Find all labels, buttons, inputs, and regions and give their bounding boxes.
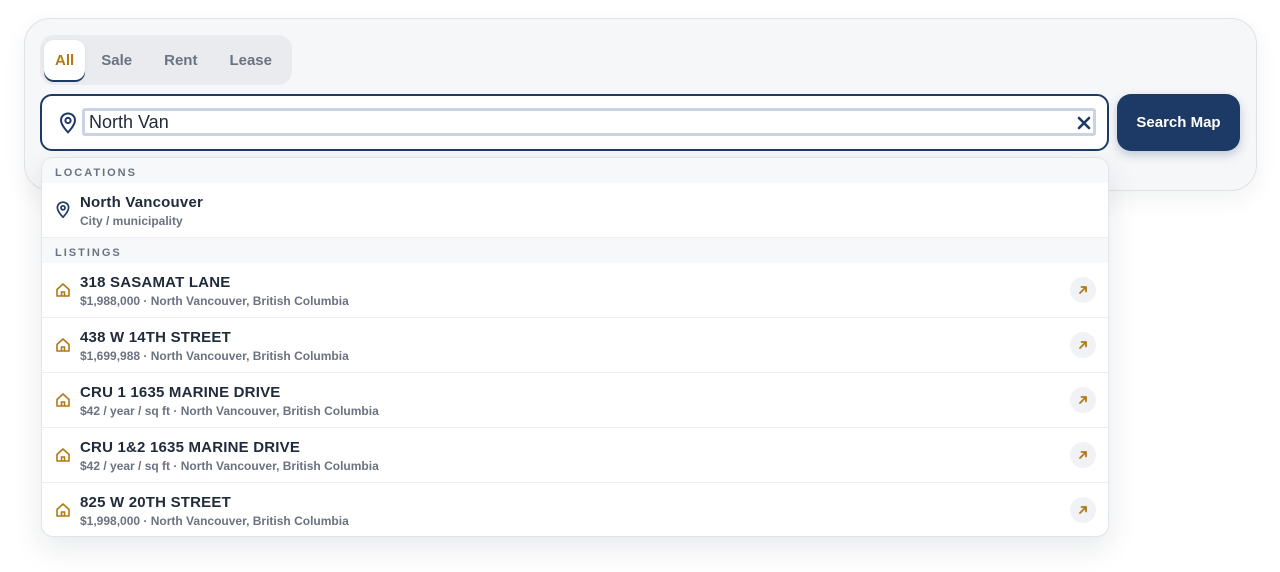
- clear-search-button[interactable]: [1073, 112, 1095, 134]
- autocomplete-dropdown: LOCATIONS North Vancouver City / municip…: [41, 157, 1109, 537]
- listing-type-tabs: All Sale Rent Lease: [40, 35, 292, 85]
- listing-item[interactable]: CRU 1&2 1635 MARINE DRIVE $42 / year / s…: [42, 428, 1108, 483]
- search-map-button[interactable]: Search Map: [1117, 94, 1240, 151]
- arrow-up-right-icon: [1079, 341, 1087, 349]
- location-title: North Vancouver: [80, 194, 204, 211]
- home-icon: [56, 503, 70, 517]
- home-icon: [56, 283, 70, 297]
- listing-subtitle: $1,988,000 · North Vancouver, British Co…: [80, 294, 349, 308]
- tab-lease[interactable]: Lease: [213, 40, 288, 80]
- listing-subtitle: $42 / year / sq ft · North Vancouver, Br…: [80, 459, 379, 473]
- tab-rent[interactable]: Rent: [148, 40, 213, 80]
- listing-title: 318 SASAMAT LANE: [80, 274, 231, 291]
- arrow-up-right-icon: [1079, 451, 1087, 459]
- location-pin-icon: [59, 112, 77, 134]
- listing-title: CRU 1&2 1635 MARINE DRIVE: [80, 439, 301, 456]
- listing-subtitle: $1,998,000 · North Vancouver, British Co…: [80, 514, 349, 528]
- search-box: [40, 94, 1109, 151]
- tab-all[interactable]: All: [44, 40, 86, 80]
- arrow-up-right-icon: [1079, 286, 1087, 294]
- open-listing-button[interactable]: [1070, 332, 1096, 358]
- locations-section-header: LOCATIONS: [42, 158, 1108, 183]
- open-listing-button[interactable]: [1070, 442, 1096, 468]
- listing-item[interactable]: 318 SASAMAT LANE $1,988,000 · North Vanc…: [42, 263, 1108, 318]
- home-icon: [56, 448, 70, 462]
- open-listing-button[interactable]: [1070, 277, 1096, 303]
- location-pin-icon: [56, 201, 70, 219]
- listing-item[interactable]: 438 W 14TH STREET $1,699,988 · North Van…: [42, 318, 1108, 373]
- listings-section-header: LISTINGS: [42, 238, 1108, 263]
- listing-title: 825 W 20TH STREET: [80, 494, 231, 511]
- home-icon: [56, 338, 70, 352]
- listing-title: CRU 1 1635 MARINE DRIVE: [80, 384, 281, 401]
- listing-subtitle: $1,699,988 · North Vancouver, British Co…: [80, 349, 349, 363]
- open-listing-button[interactable]: [1070, 497, 1096, 523]
- listing-item[interactable]: CRU 1 1635 MARINE DRIVE $42 / year / sq …: [42, 373, 1108, 428]
- home-icon: [56, 393, 70, 407]
- tab-sale[interactable]: Sale: [85, 40, 148, 80]
- location-item[interactable]: North Vancouver City / municipality: [42, 183, 1108, 238]
- listing-item[interactable]: 825 W 20TH STREET $1,998,000 · North Van…: [42, 483, 1108, 536]
- search-input[interactable]: [82, 108, 1096, 136]
- listing-subtitle: $42 / year / sq ft · North Vancouver, Br…: [80, 404, 379, 418]
- open-listing-button[interactable]: [1070, 387, 1096, 413]
- close-icon: [1077, 116, 1091, 130]
- location-subtitle: City / municipality: [80, 214, 183, 228]
- listing-title: 438 W 14TH STREET: [80, 329, 231, 346]
- arrow-up-right-icon: [1079, 396, 1087, 404]
- arrow-up-right-icon: [1079, 506, 1087, 514]
